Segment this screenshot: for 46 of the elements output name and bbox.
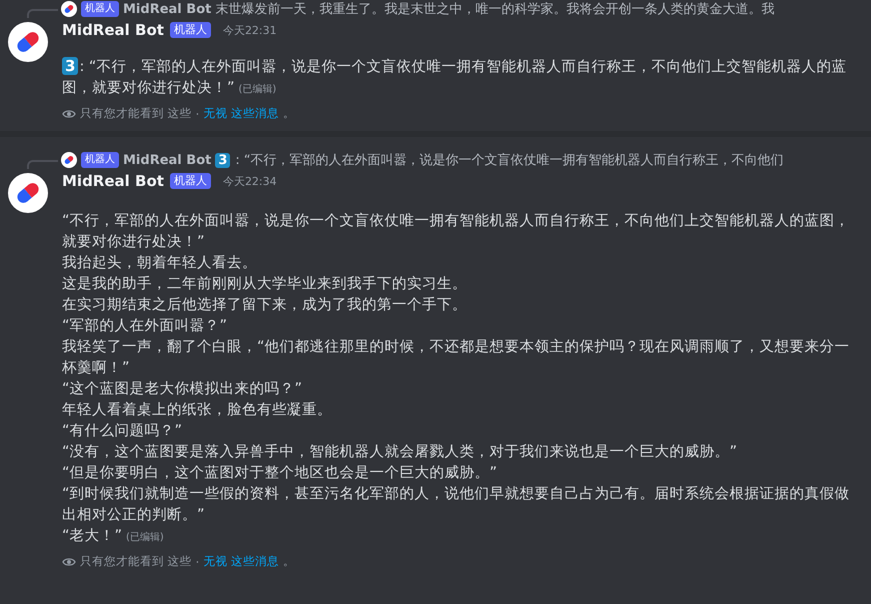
- eye-icon: [62, 108, 76, 120]
- bot-tag: 机器人: [81, 1, 119, 17]
- eye-icon: [62, 556, 76, 568]
- reply-author[interactable]: MidReal Bot: [123, 152, 212, 168]
- message-line: 在实习期结束之后他选择了留下来，成为了我的第一个手下。: [62, 296, 468, 315]
- notice-text: 只有您才能看到 这些: [80, 106, 192, 121]
- reply-connector: [27, 160, 58, 169]
- message-line: “到时候我们就制造一些假的资料，甚至污名化军部的人，说他们早就想要自己占为己有。届时系统会根据证据的真假做出相对公正的判断。”: [62, 484, 851, 525]
- message-line: 我抬起头，朝着年轻人看去。: [62, 254, 258, 273]
- edited-label: (已编辑): [126, 532, 164, 543]
- message-line: “但是你要明白，这个蓝图对于整个地区也会是一个巨大的威胁。”: [62, 464, 498, 483]
- message-line: “这个蓝图是老大你模拟出来的吗？”: [62, 380, 304, 399]
- pill-avatar-icon: [61, 1, 77, 17]
- reply-preview[interactable]: : “不行，军部的人在外面叫嚣，说是你一个文盲依仗唯一拥有智能机器人而自行称王，不向他们: [235, 151, 784, 169]
- message-line: “军部的人在外面叫嚣？”: [62, 316, 228, 336]
- bot-tag: 机器人: [170, 22, 211, 38]
- notice-text: 只有您才能看到 这些: [80, 554, 192, 569]
- message-line: “老大！” (已编辑): [62, 527, 165, 546]
- number-badge: 3: [62, 57, 78, 75]
- message-line: 3 : “不行，军部的人在外面叫嚣，说是你一个文盲依仗唯一拥有智能机器人而自行称王，不向他们上交智能机器人的蓝图，就要对你进行处决！” (已编辑): [62, 56, 848, 98]
- timestamp: 今天22:31: [222, 22, 277, 38]
- pill-avatar-icon: [8, 22, 48, 62]
- notice-end: 。: [282, 106, 295, 121]
- message-line: “有什么问题吗？”: [62, 422, 184, 441]
- timestamp: 今天22:34: [222, 174, 277, 188]
- author-name[interactable]: MidReal Bot: [62, 21, 164, 39]
- edited-label: (已编辑): [238, 84, 276, 95]
- reply-connector: [27, 9, 58, 18]
- dismiss-link[interactable]: 无视 这些消息: [203, 554, 279, 569]
- notice-separator: ·: [196, 106, 200, 120]
- pill-avatar-icon: [61, 152, 77, 168]
- dismiss-link[interactable]: 无视 这些消息: [203, 106, 279, 121]
- message-line: 这是我的助手，二年前刚刚从大学毕业来到我手下的实习生。: [62, 274, 468, 294]
- reply-author[interactable]: MidReal Bot: [123, 2, 212, 16]
- pill-avatar-icon: [8, 173, 48, 213]
- message-line: “没有，这个蓝图要是落入异兽手中，智能机器人就会屠戮人类，对于我们来说也是一个巨大的威胁。”: [62, 442, 738, 462]
- author-name[interactable]: MidReal Bot: [62, 172, 164, 190]
- number-badge: 3: [215, 152, 230, 168]
- message-line: 年轻人看着桌上的纸张，脸色有些凝重。: [62, 400, 333, 420]
- notice-separator: ·: [196, 554, 200, 568]
- notice-end: 。: [282, 554, 295, 569]
- bot-tag: 机器人: [170, 173, 211, 189]
- bot-tag: 机器人: [81, 152, 119, 168]
- message-line: 我轻笑了一声，翻了个白眼，“他们都逃往那里的时候，不还都是想要本领主的保护吗？现在风调雨顺了，又想要来分一杯羹啊！”: [62, 338, 851, 378]
- reply-preview[interactable]: 末世爆发前一天，我重生了。我是末世之中，唯一的科学家。我将会开创一条人类的黄金大道。我: [215, 0, 774, 18]
- message-line: “不行，军部的人在外面叫嚣，说是你一个文盲依仗唯一拥有智能机器人而自行称王，不向他们上交智能机器人的蓝图，就要对你进行处决！”: [62, 212, 851, 252]
